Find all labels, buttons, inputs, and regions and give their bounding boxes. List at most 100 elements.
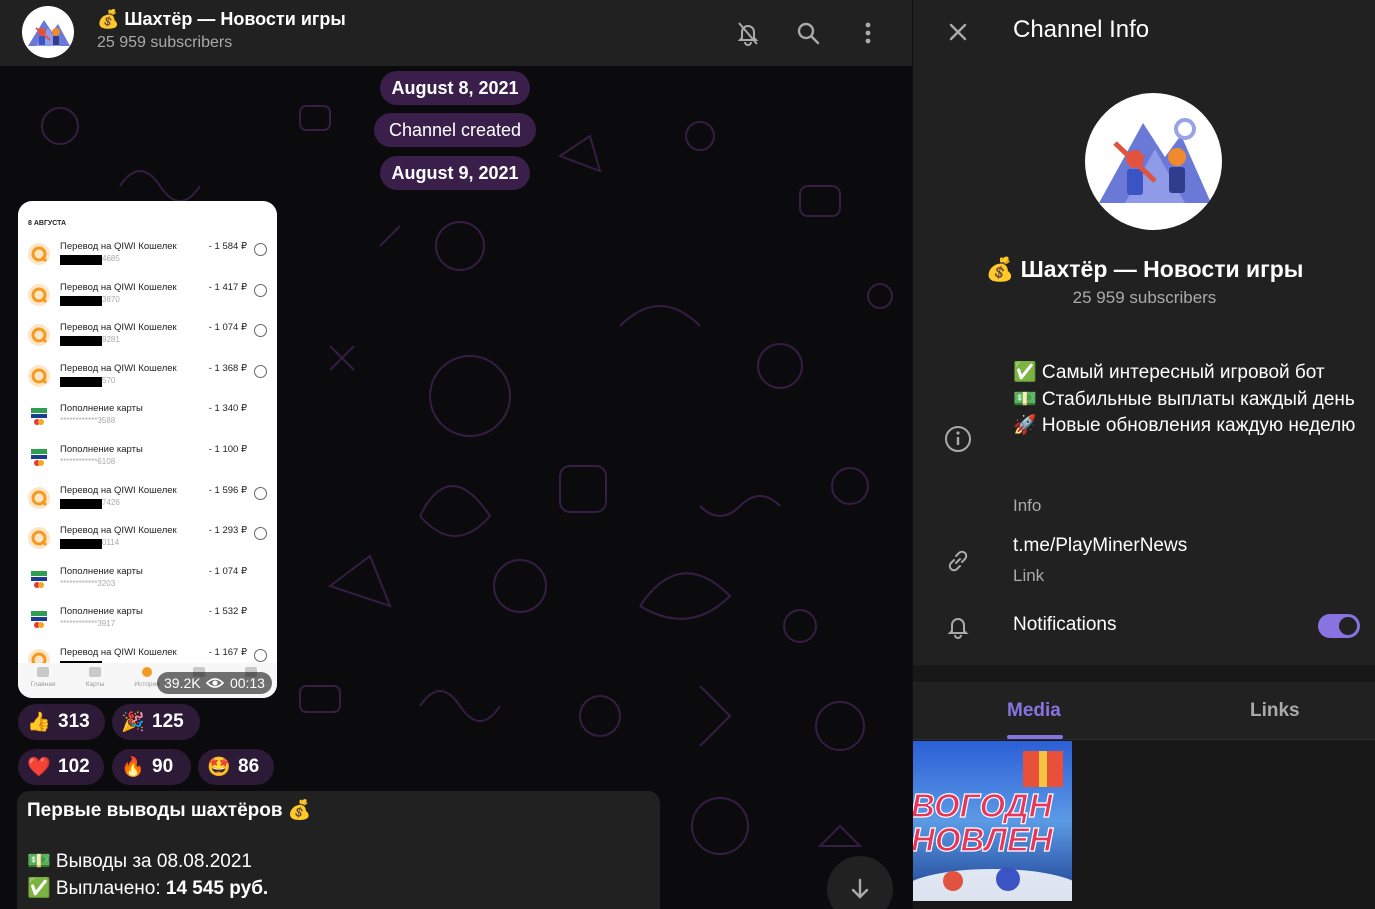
card-icon [28, 405, 50, 428]
message-time: 00:13 [229, 675, 265, 691]
repeat-icon [254, 283, 267, 297]
heart-icon: ❤️ [27, 757, 51, 778]
transaction-row: Перевод на QIWI Кошелек - 1 074 ₽ 9281 [18, 320, 277, 360]
transaction-name: Перевод на QIWI Кошелек [60, 362, 177, 374]
tab-media[interactable]: Media [1007, 700, 1061, 722]
link-icon [943, 546, 973, 576]
repeat-icon [254, 527, 267, 541]
repeat-icon [254, 324, 267, 338]
transaction-name: Перевод на QIWI Кошелек [60, 281, 177, 293]
media-thumbnail[interactable]: ВОГОДН НОВЛЕН [913, 741, 1072, 901]
reaction-thumbs-up[interactable]: 👍 313 [18, 704, 105, 740]
card-icon [28, 608, 50, 631]
search-button[interactable] [790, 15, 826, 51]
message-bubble[interactable]: Первые выводы шахтёров 💰 💵 Выводы за 08.… [17, 791, 660, 909]
transaction-sub: ************3917 [60, 619, 116, 629]
transaction-row: Перевод на QIWI Кошелек - 1 584 ₽ 4685 [18, 239, 277, 279]
tab-links[interactable]: Links [1250, 700, 1300, 722]
reaction-party[interactable]: 🎉 125 [112, 704, 200, 740]
transaction-sub: 0114 [102, 538, 120, 548]
transaction-amount: - 1 340 ₽ [208, 403, 247, 415]
view-count: 39.2K [164, 675, 201, 691]
reaction-fire[interactable]: 🔥 90 [112, 749, 191, 785]
transaction-sub: ************6108 [60, 457, 116, 466]
miner-logo-icon [1099, 118, 1211, 203]
channel-info-section: Channel Info 💰 Шахтёр — Новости игры 25 … [913, 0, 1375, 665]
redacted-bar [60, 255, 102, 265]
fire-icon: 🔥 [121, 757, 145, 778]
transaction-amount: - 1 167 ₽ [208, 647, 247, 658]
bell-icon [943, 611, 973, 641]
transaction-name: Пополнение карты [60, 565, 143, 577]
message-line: 💵 Выводы за 08.08.2021 [27, 851, 252, 872]
channel-title[interactable]: 💰 Шахтёр — Новости игры [97, 9, 346, 30]
transaction-row: Пополнение карты - 1 074 ₽ ************320… [18, 564, 277, 604]
qiwi-icon [28, 243, 50, 265]
message-photo[interactable]: 8 АВГУСТА Перевод на QIWI Кошелек - 1 584… [18, 201, 277, 698]
date-separator: August 8, 2021 [380, 71, 530, 105]
repeat-icon [254, 649, 267, 662]
channel-info-panel: Channel Info 💰 Шахтёр — Новости игры 25 … [912, 0, 1375, 909]
notifications-label[interactable]: Notifications [1013, 614, 1117, 636]
channel-subscribers: 25 959 subscribers [1072, 288, 1217, 307]
more-vertical-icon [865, 22, 871, 44]
transaction-name: Перевод на QIWI Кошелек [60, 647, 177, 658]
eye-icon [206, 678, 225, 688]
channel-link[interactable]: t.me/PlayMinerNews [1013, 535, 1187, 557]
chat-header[interactable]: 💰 Шахтёр — Новости игры 25 959 subscribe… [0, 0, 912, 66]
search-icon [797, 22, 820, 45]
transaction-sub: 4685 [102, 254, 120, 263]
transaction-sub: 7426 [102, 497, 120, 507]
card-icon [28, 567, 50, 590]
message-line: ✅ Выплачено: 14 545 руб. [27, 878, 269, 899]
repeat-icon [254, 364, 267, 378]
card-icon [28, 446, 50, 468]
close-icon [949, 23, 967, 41]
transaction-sub: 3870 [102, 294, 120, 304]
thumbs-up-icon: 👍 [27, 712, 51, 733]
message-meta: 39.2K 00:13 [157, 672, 272, 694]
transaction-sub: 570 [102, 375, 116, 385]
description-label: Info [1013, 496, 1042, 515]
transaction-amount: - 1 293 ₽ [208, 525, 247, 537]
redacted-bar [60, 376, 102, 387]
channel-avatar-large[interactable] [1085, 93, 1222, 230]
transaction-name: Перевод на QIWI Кошелек [60, 525, 177, 537]
transaction-row: Перевод на QIWI Кошелек - 1 417 ₽ 3870 [18, 280, 277, 320]
transaction-row: Пополнение карты - 1 532 ₽ ************391… [18, 604, 277, 644]
photo-date-header: 8 АВГУСТА [28, 220, 67, 227]
reaction-heart[interactable]: ❤️ 102 [18, 749, 104, 785]
transaction-row: Пополнение карты - 1 100 ₽ ************610… [18, 442, 277, 482]
chat-area: 💰 Шахтёр — Новости игры 25 959 subscribe… [0, 0, 912, 909]
transaction-row: Перевод на QIWI Кошелек - 1 596 ₽ 7426 [18, 483, 277, 523]
transaction-name: Перевод на QIWI Кошелек [60, 484, 177, 496]
transaction-amount: - 1 074 ₽ [208, 565, 247, 577]
transaction-name: Пополнение карты [60, 606, 143, 618]
paid-amount: 14 545 руб. [165, 878, 269, 899]
miner-logo-icon [28, 20, 70, 46]
party-popper-icon: 🎉 [121, 712, 145, 733]
channel-avatar[interactable] [22, 6, 74, 58]
notifications-toggle[interactable] [1318, 614, 1360, 638]
transaction-amount: - 1 368 ₽ [208, 362, 247, 374]
transaction-amount: - 1 596 ₽ [208, 484, 247, 496]
mute-button[interactable] [730, 15, 766, 51]
thumb-text: НОВЛЕН [913, 820, 1053, 858]
qiwi-icon [28, 364, 50, 387]
close-button[interactable] [943, 17, 973, 47]
redacted-bar [60, 498, 102, 509]
active-tab-indicator [1007, 735, 1063, 739]
more-button[interactable] [850, 15, 886, 51]
redacted-bar [60, 295, 102, 306]
panel-title: Channel Info [1013, 16, 1150, 43]
service-message: Channel created [374, 113, 536, 147]
transaction-amount: - 1 532 ₽ [208, 606, 247, 618]
transaction-amount: - 1 584 ₽ [208, 241, 247, 252]
star-struck-icon: 🤩 [207, 757, 231, 778]
transaction-amount: - 1 100 ₽ [208, 444, 247, 455]
channel-description[interactable]: ✅ Самый интересный игровой бот 💵 Стабиль… [1013, 360, 1358, 440]
transaction-row: Перевод на QIWI Кошелек - 1 293 ₽ 0114 [18, 523, 277, 563]
reaction-star-struck[interactable]: 🤩 86 [198, 749, 274, 785]
redacted-bar [60, 539, 102, 550]
qiwi-icon [28, 324, 50, 347]
